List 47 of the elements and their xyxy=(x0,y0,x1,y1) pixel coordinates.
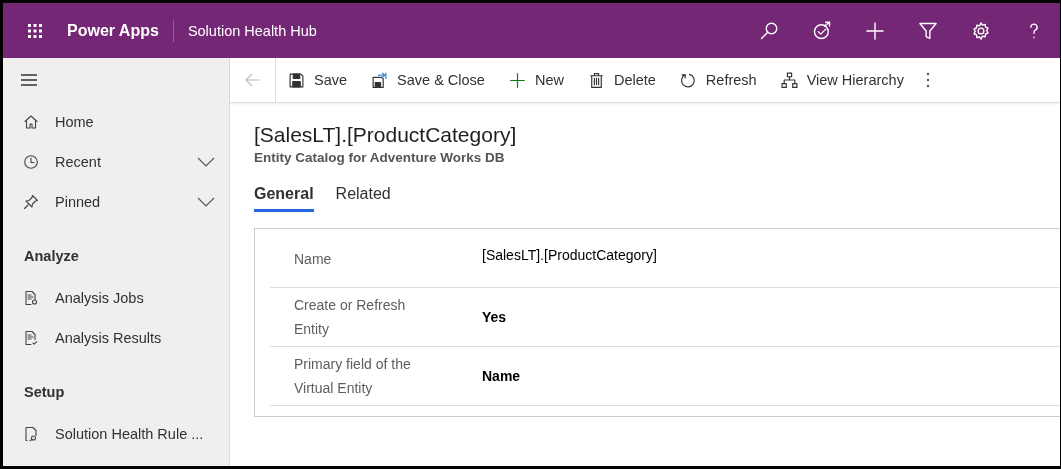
nav-item[interactable]: Recent xyxy=(3,142,229,182)
menu-icon[interactable] xyxy=(21,74,37,86)
record-title: [SalesLT].[ProductCategory] xyxy=(254,123,518,147)
app-launcher-icon[interactable] xyxy=(27,22,43,39)
save-icon xyxy=(288,71,305,89)
hierarchy-icon xyxy=(780,71,798,89)
toolbar-button[interactable]: Save xyxy=(276,58,360,102)
clock-icon xyxy=(23,154,39,170)
field-label: Primary field of the Virtual Entity xyxy=(294,355,412,398)
toolbar-button[interactable]: Save & Close xyxy=(359,58,497,102)
nav-item[interactable]: Analysis Results xyxy=(3,318,229,358)
field-value: Name xyxy=(482,368,522,384)
nav-item[interactable]: Analysis Jobs xyxy=(3,278,229,318)
toolbar-button[interactable]: Delete xyxy=(575,58,668,102)
nav-group-title: Setup xyxy=(23,383,66,402)
plus-icon xyxy=(508,71,526,89)
nav-item[interactable]: Solution Health Rule ... xyxy=(3,414,229,454)
settings-icon xyxy=(970,20,991,41)
target-check-icon xyxy=(811,20,832,41)
filter-icon xyxy=(917,20,938,41)
nav-item[interactable]: Home xyxy=(3,102,229,142)
app-name[interactable]: Power Apps xyxy=(67,19,174,42)
search-icon xyxy=(758,20,779,41)
save-close-icon xyxy=(371,71,389,89)
more-icon xyxy=(925,72,930,88)
plus-icon xyxy=(864,20,885,41)
nav-group-title: Analyze xyxy=(23,247,80,266)
back-arrow-icon xyxy=(244,73,261,87)
nav-item[interactable]: Pinned xyxy=(3,182,229,222)
field-label: Create or Refresh Entity xyxy=(294,296,407,339)
field-value: [SalesLT].[ProductCategory] xyxy=(482,247,658,263)
document-search-icon xyxy=(23,290,39,306)
area-name: Solution Health Hub xyxy=(186,22,317,39)
tab[interactable]: Related xyxy=(335,185,391,212)
field-value: Yes xyxy=(482,309,508,325)
home-icon xyxy=(23,114,39,130)
field-label: Name xyxy=(294,250,333,269)
document-search-icon xyxy=(23,426,39,442)
trash-icon xyxy=(587,71,605,89)
pin-icon xyxy=(23,194,39,210)
tab[interactable]: General xyxy=(254,185,314,212)
refresh-icon xyxy=(679,71,697,89)
toolbar-button[interactable]: New xyxy=(496,58,576,102)
toolbar-button[interactable]: Refresh xyxy=(667,58,769,102)
document-check-icon xyxy=(23,330,39,346)
record-subtitle: Entity Catalog for Adventure Works DB xyxy=(254,150,506,165)
toolbar-button[interactable]: View Hierarchy xyxy=(768,58,916,102)
